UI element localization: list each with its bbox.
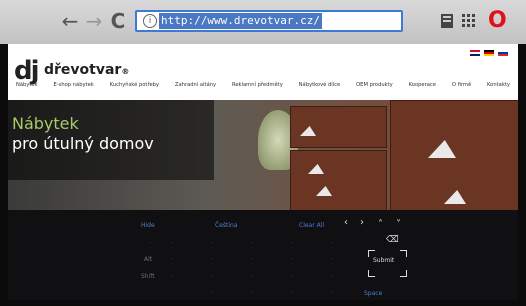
hide-keyboard-button[interactable]: Hide <box>141 222 155 229</box>
flag-de-icon[interactable] <box>484 50 494 56</box>
nav-item[interactable]: OEM produkty <box>356 82 393 96</box>
hero-banner[interactable]: Nábytek pro útulný domov <box>8 100 518 210</box>
keyboard-key[interactable]: · <box>166 240 178 246</box>
keyboard-key[interactable]: · <box>306 290 318 296</box>
keyboard-key[interactable]: · <box>266 290 278 296</box>
keyboard-key[interactable]: · <box>226 240 238 246</box>
webpage: dj dřevotvar® Nábytek E-shop nábytek Kuc… <box>8 44 518 210</box>
keyboard-key[interactable]: · <box>326 273 338 279</box>
keyboard-key[interactable]: · <box>326 256 338 262</box>
arrow-down-button[interactable]: ˅ <box>396 219 401 230</box>
nav-item[interactable]: Nábytek <box>16 82 38 96</box>
nav-item[interactable]: Kontakty <box>487 82 510 96</box>
back-button[interactable]: ← <box>60 10 80 32</box>
nav-item[interactable]: Zahradní altány <box>175 82 216 96</box>
keyboard-key[interactable]: · <box>166 273 178 279</box>
keyboard-key[interactable]: · <box>306 273 318 279</box>
address-text[interactable]: http://www.drevotvar.cz/ <box>159 13 322 29</box>
keyboard-key[interactable]: · <box>326 290 338 296</box>
clear-all-button[interactable]: Clear All <box>299 222 324 229</box>
submit-label: Submit <box>373 257 395 264</box>
keyboard-key[interactable]: · <box>186 256 198 262</box>
logo-name: dřevotvar® <box>44 62 130 78</box>
keyboard-key[interactable]: · <box>246 256 258 262</box>
space-key[interactable]: Space <box>364 290 382 297</box>
keyboard-key[interactable]: · <box>206 290 218 296</box>
nav-item[interactable]: Nábytkové dílce <box>299 82 341 96</box>
keyboard-key[interactable]: · <box>346 256 358 262</box>
keyboard-key[interactable]: · <box>246 273 258 279</box>
flag-en-icon[interactable] <box>470 50 480 56</box>
arrow-right-button[interactable]: › <box>360 217 364 228</box>
keyboard-key[interactable]: · <box>186 273 198 279</box>
hero-subtitle: pro útulný domov <box>12 134 154 153</box>
backspace-button[interactable]: ⌫ <box>386 235 399 245</box>
keyboard-key[interactable]: · <box>306 256 318 262</box>
site-info-icon[interactable]: i <box>143 14 157 28</box>
nav-item[interactable]: O firmě <box>452 82 471 96</box>
reload-button[interactable]: C <box>108 10 128 32</box>
keyboard-key[interactable]: · <box>266 240 278 246</box>
keyboard-key[interactable]: · <box>286 240 298 246</box>
keyboard-key[interactable]: · <box>266 273 278 279</box>
hero-title: Nábytek <box>12 114 79 133</box>
keyboard-key[interactable]: · <box>266 256 278 262</box>
forward-button[interactable]: → <box>84 10 104 32</box>
speed-dial-icon[interactable] <box>462 13 476 29</box>
tv-screen: ← → C i http://www.drevotvar.cz/ O dj dř… <box>0 0 526 306</box>
shift-key[interactable]: Shift <box>141 273 155 280</box>
submit-focus-corner <box>368 250 375 257</box>
arrow-left-button[interactable]: ‹ <box>344 217 348 228</box>
keyboard-key[interactable]: · <box>206 240 218 246</box>
keyboard-key[interactable]: · <box>186 290 198 296</box>
cabinet-image <box>290 106 387 148</box>
keyboard-key[interactable]: · <box>186 240 198 246</box>
keyboard-key[interactable]: · <box>286 290 298 296</box>
browser-toolbar: ← → C i http://www.drevotvar.cz/ O <box>0 0 526 44</box>
keyboard-key[interactable]: · <box>306 240 318 246</box>
opera-menu-icon[interactable]: O <box>488 9 507 33</box>
keyboard-key[interactable]: · <box>166 256 178 262</box>
flag-ru-icon[interactable] <box>498 50 508 56</box>
language-button[interactable]: Čeština <box>215 222 238 229</box>
keyboard-key[interactable]: · <box>206 273 218 279</box>
language-flags <box>470 50 508 56</box>
bookmarks-icon[interactable] <box>440 13 454 29</box>
hero-text-panel: Nábytek pro útulný domov <box>8 100 214 180</box>
address-bar[interactable]: i http://www.drevotvar.cz/ <box>135 10 403 32</box>
keyboard-key[interactable]: · <box>346 240 358 246</box>
site-nav: Nábytek E-shop nábytek Kuchyňské potřeby… <box>8 82 518 96</box>
submit-focus-corner <box>400 250 407 257</box>
keyboard-key[interactable]: · <box>246 240 258 246</box>
onscreen-keyboard: Hide Čeština Clear All ‹ › ˄ ˅ ⌫ Alt Shi… <box>8 210 518 300</box>
keyboard-key[interactable]: · <box>246 290 258 296</box>
nav-item[interactable]: Kooperace <box>409 82 436 96</box>
keyboard-key[interactable]: · <box>206 256 218 262</box>
alt-key[interactable]: Alt <box>144 256 152 263</box>
submit-focus-corner <box>368 270 375 277</box>
keyboard-key[interactable]: · <box>226 290 238 296</box>
arrow-up-button[interactable]: ˄ <box>378 219 383 230</box>
keyboard-key[interactable]: · <box>144 240 156 246</box>
submit-focus-corner <box>400 270 407 277</box>
keyboard-key[interactable]: · <box>226 273 238 279</box>
keyboard-key[interactable]: · <box>326 240 338 246</box>
nav-item[interactable]: E-shop nábytek <box>53 82 93 96</box>
nav-item[interactable]: Kuchyňské potřeby <box>110 82 159 96</box>
keyboard-key[interactable]: · <box>286 256 298 262</box>
cabinet-image <box>290 150 387 210</box>
keyboard-key[interactable]: · <box>346 273 358 279</box>
keyboard-key[interactable]: · <box>226 256 238 262</box>
nav-item[interactable]: Reklamní předměty <box>232 82 283 96</box>
keyboard-key[interactable]: · <box>286 273 298 279</box>
